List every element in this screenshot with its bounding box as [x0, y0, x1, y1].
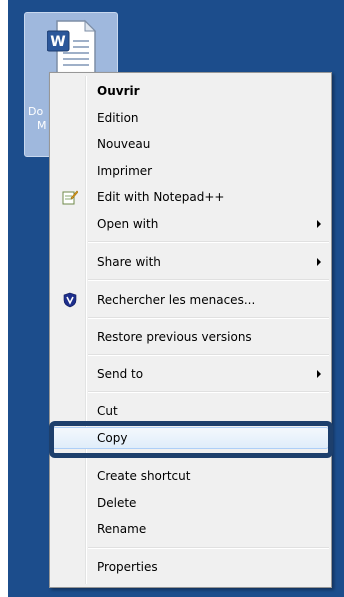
menu-item-label: Edit with Notepad++: [97, 190, 225, 204]
menu-item-label: Restore previous versions: [97, 330, 252, 344]
menu-item-rechercher-les-menaces[interactable]: Rechercher les menaces...: [52, 289, 329, 311]
menu-item-label: Properties: [97, 560, 158, 574]
menu-separator: [88, 391, 329, 393]
word-document-icon: W: [47, 19, 97, 76]
menu-item-label: Delete: [97, 496, 137, 510]
copy-focus-highlight: [49, 421, 333, 458]
menu-item-share-with[interactable]: Share with: [52, 251, 329, 273]
menu-item-open-with[interactable]: Open with: [52, 213, 329, 235]
menu-item-restore-previous-versions[interactable]: Restore previous versions: [52, 326, 329, 348]
svg-text:W: W: [50, 34, 65, 50]
menu-item-nouveau[interactable]: Nouveau: [52, 133, 329, 155]
menu-item-ouvrir[interactable]: Ouvrir: [52, 80, 329, 102]
menu-separator: [88, 354, 329, 356]
menu-item-properties[interactable]: Properties: [52, 556, 329, 578]
menu-item-label: Ouvrir: [97, 84, 140, 98]
menu-item-label: Imprimer: [97, 164, 153, 178]
submenu-arrow-icon: [317, 258, 321, 266]
submenu-arrow-icon: [317, 220, 321, 228]
menu-item-label: Share with: [97, 255, 161, 269]
menu-separator: [88, 241, 329, 243]
menu-item-imprimer[interactable]: Imprimer: [52, 160, 329, 182]
menu-item-edition[interactable]: Edition: [52, 107, 329, 129]
context-menu: Ouvrir Edition Nouveau Imprimer Edit wit…: [49, 72, 332, 588]
menu-item-create-shortcut[interactable]: Create shortcut: [52, 465, 329, 487]
menu-separator: [88, 547, 329, 549]
menu-item-edit-with-notepad[interactable]: Edit with Notepad++: [52, 186, 329, 208]
menu-item-label: Nouveau: [97, 137, 151, 151]
menu-item-label: Cut: [97, 404, 118, 418]
screenshot-frame: W Do M · Ouvrir Edition Nouveau Imprimer: [0, 0, 344, 597]
notepad-plus-plus-icon: [62, 190, 78, 205]
menu-item-label: Rename: [97, 522, 147, 536]
menu-item-cut[interactable]: Cut: [52, 400, 329, 422]
menu-separator: [88, 317, 329, 319]
menu-item-send-to[interactable]: Send to: [52, 363, 329, 385]
menu-item-label: Edition: [97, 111, 139, 125]
shield-icon: [63, 292, 77, 308]
menu-item-delete[interactable]: Delete: [52, 492, 329, 514]
submenu-arrow-icon: [317, 370, 321, 378]
menu-item-label: Send to: [97, 367, 144, 381]
menu-separator: [88, 279, 329, 281]
menu-item-label: Rechercher les menaces...: [97, 293, 256, 307]
menu-item-label: Open with: [97, 217, 159, 231]
menu-item-rename[interactable]: Rename: [52, 518, 329, 540]
menu-item-label: Create shortcut: [97, 469, 191, 483]
